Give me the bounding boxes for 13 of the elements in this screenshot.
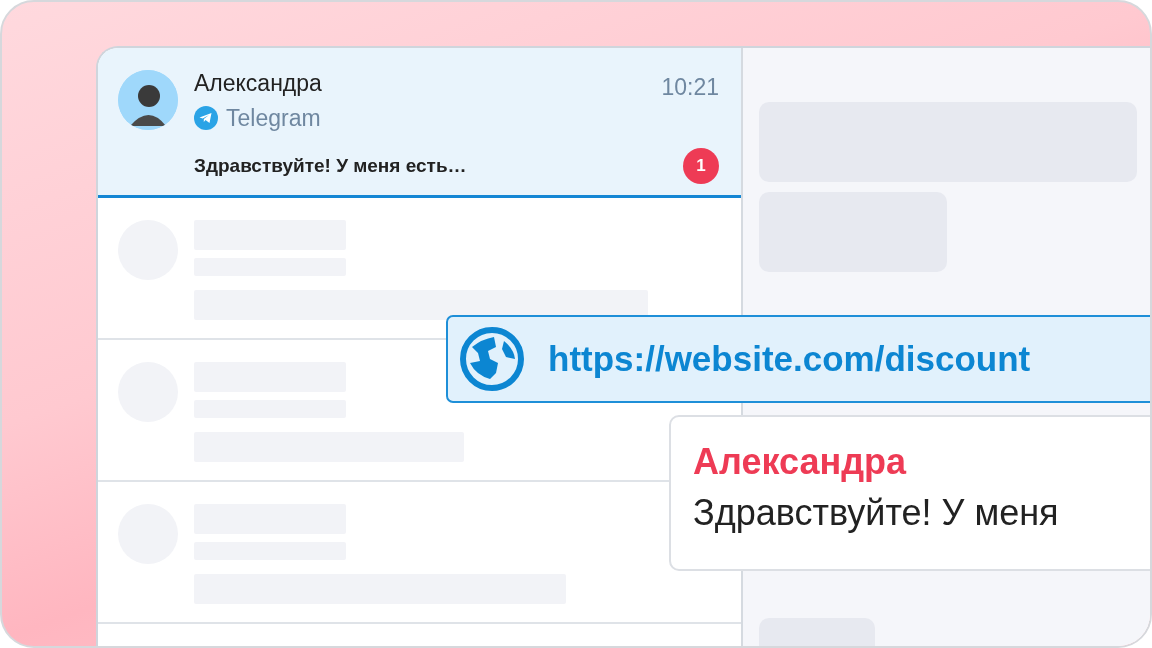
link-url[interactable]: https://website.com/discount bbox=[548, 332, 1031, 386]
avatar bbox=[118, 70, 178, 130]
message-time: 10:21 bbox=[661, 73, 719, 102]
contact-name: Александра bbox=[194, 70, 322, 98]
channel-label: Telegram bbox=[226, 104, 321, 133]
sender-name: Александра bbox=[693, 440, 908, 484]
paper-plane-icon bbox=[194, 106, 218, 131]
message-preview: Здравствуйте! У меня есть… bbox=[194, 153, 467, 178]
message-text: Здравствуйте! У меня bbox=[693, 490, 1060, 535]
chat-list-item[interactable]: Александра 10:21 Telegram Здравствуйте! У меня есть… 1 bbox=[98, 48, 741, 198]
globe-icon bbox=[460, 327, 524, 391]
link-bar[interactable]: https://website.com/discount bbox=[446, 315, 1150, 403]
unread-count: 1 bbox=[683, 148, 719, 185]
